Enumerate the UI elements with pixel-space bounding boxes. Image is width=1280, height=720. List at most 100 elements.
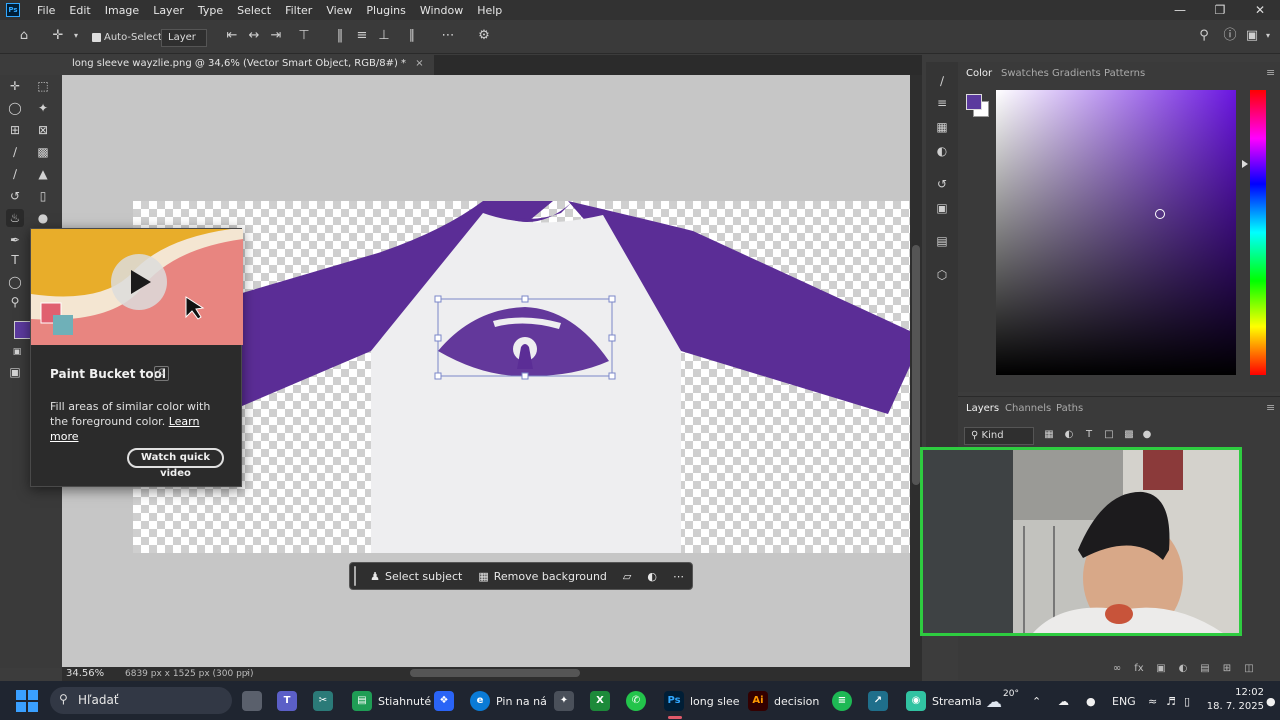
- paint-bucket-tool-icon[interactable]: ♨: [6, 209, 24, 227]
- align-left-icon[interactable]: ⇤: [224, 28, 240, 44]
- unknown-app-icon[interactable]: ✦: [554, 690, 580, 712]
- healing-brush-tool-icon[interactable]: ▩: [34, 143, 52, 161]
- vertical-scrollbar-thumb[interactable]: [912, 245, 920, 485]
- align-middle-icon[interactable]: ≡: [354, 28, 370, 44]
- input-language[interactable]: ENG: [1112, 690, 1136, 712]
- magic-wand-tool-icon[interactable]: ✦: [34, 99, 52, 117]
- workspace-icon[interactable]: ▣: [1244, 28, 1260, 44]
- chevron-down-icon[interactable]: ▾: [1260, 28, 1276, 44]
- panel-menu-icon[interactable]: ≡: [1266, 401, 1275, 414]
- menu-plugins[interactable]: Plugins: [359, 4, 412, 17]
- menu-filter[interactable]: Filter: [278, 4, 319, 17]
- battery-icon[interactable]: ▯: [1184, 690, 1190, 712]
- microphone-icon[interactable]: ●: [1086, 690, 1096, 712]
- zoom-tool-icon[interactable]: ⚲: [6, 293, 24, 311]
- document-tab[interactable]: long sleeve wayzlie.png @ 34,6% (Vector …: [62, 55, 434, 75]
- actions-icon[interactable]: ▤: [933, 232, 951, 250]
- notifications-icon[interactable]: ●: [1266, 690, 1276, 712]
- color-field[interactable]: [996, 90, 1236, 375]
- system-clock[interactable]: 12:02 18. 7. 2025: [1200, 686, 1264, 714]
- tab-channels[interactable]: Channels: [1005, 403, 1051, 414]
- excel-icon[interactable]: X: [590, 690, 616, 712]
- shape-tool-icon[interactable]: ◯: [6, 273, 24, 291]
- panel-menu-icon[interactable]: ≡: [1266, 66, 1275, 79]
- menu-file[interactable]: File: [30, 4, 62, 17]
- move-tool-icon[interactable]: ✛: [6, 77, 24, 95]
- lasso-tool-icon[interactable]: ◯: [6, 99, 24, 117]
- cloud-sync-icon[interactable]: ☁: [1058, 690, 1069, 712]
- menu-select[interactable]: Select: [230, 4, 278, 17]
- clone-stamp-tool-icon[interactable]: ▲: [34, 165, 52, 183]
- filter-smart-object-icon[interactable]: ▩: [1122, 428, 1136, 442]
- menu-window[interactable]: Window: [413, 4, 470, 17]
- menu-help[interactable]: Help: [470, 4, 509, 17]
- tab-patterns[interactable]: Patterns: [1104, 68, 1145, 79]
- link-layers-icon[interactable]: ∞: [1110, 662, 1124, 676]
- distribute-vertical-icon[interactable]: ∥: [404, 28, 420, 44]
- tab-gradients[interactable]: Gradients: [1052, 68, 1101, 79]
- auto-select-checkbox[interactable]: [92, 33, 101, 42]
- foreground-color-swatch[interactable]: [966, 94, 982, 110]
- adjustment-layer-icon[interactable]: ◐: [1176, 662, 1190, 676]
- snipping-icon[interactable]: ✂: [313, 690, 339, 712]
- more-icon[interactable]: ⋯: [665, 570, 692, 583]
- close-icon[interactable]: ✕: [1240, 0, 1280, 20]
- tool-tip-preview[interactable]: [31, 229, 243, 345]
- group-icon[interactable]: ▤: [1198, 662, 1212, 676]
- layer-kind-filter[interactable]: ⚲ Kind: [964, 427, 1034, 445]
- blur-tool-icon[interactable]: ●: [34, 209, 52, 227]
- new-layer-icon[interactable]: ⊞: [1220, 662, 1234, 676]
- menu-edit[interactable]: Edit: [62, 4, 97, 17]
- wifi-icon[interactable]: ≈: [1148, 690, 1157, 712]
- menu-layer[interactable]: Layer: [146, 4, 191, 17]
- adjustments-icon[interactable]: ≡: [933, 94, 951, 112]
- taskbar-app-illustrator[interactable]: Ai decision: [748, 690, 819, 712]
- whatsapp-icon[interactable]: ✆: [626, 690, 652, 712]
- taskbar-app-streamlabs[interactable]: ◉ Streamla: [906, 690, 982, 712]
- tab-paths[interactable]: Paths: [1056, 403, 1083, 414]
- close-tab-icon[interactable]: ×: [415, 58, 423, 69]
- brush-tool-icon[interactable]: ∕: [6, 165, 24, 183]
- move-tool-icon[interactable]: ✛: [50, 28, 66, 44]
- crop-tool-icon[interactable]: ⊞: [6, 121, 24, 139]
- windows-start-icon[interactable]: [16, 690, 38, 712]
- color-picker-handle[interactable]: [1155, 209, 1165, 219]
- layer-mask-icon[interactable]: ▣: [1154, 662, 1168, 676]
- zoom-level[interactable]: 34.56%: [66, 668, 104, 679]
- document-canvas[interactable]: [133, 201, 910, 553]
- volume-icon[interactable]: ♬: [1166, 690, 1176, 712]
- marquee-tool-icon[interactable]: ⬚: [34, 77, 52, 95]
- brush-settings-icon[interactable]: ∕: [933, 72, 951, 90]
- tab-swatches[interactable]: Swatches: [1001, 68, 1049, 79]
- eyedropper-tool-icon[interactable]: ∕: [6, 143, 24, 161]
- hue-slider[interactable]: [1250, 90, 1266, 375]
- pen-tool-icon[interactable]: ✒: [6, 231, 24, 249]
- frame-tool-icon[interactable]: ⊠: [34, 121, 52, 139]
- minimize-icon[interactable]: —: [1160, 0, 1200, 20]
- align-right-icon[interactable]: ⇥: [268, 28, 284, 44]
- filter-pixel-icon[interactable]: ▦: [1042, 428, 1056, 442]
- menu-view[interactable]: View: [319, 4, 359, 17]
- spotify-icon[interactable]: ≡: [832, 690, 858, 712]
- libraries-icon[interactable]: ▦: [933, 118, 951, 136]
- weather-widget[interactable]: ☁ 20°: [986, 689, 1019, 712]
- history-brush-tool-icon[interactable]: ↺: [6, 187, 24, 205]
- taskbar-app-file-explorer[interactable]: ▤ Stiahnuté: [352, 690, 431, 712]
- filter-adjustment-icon[interactable]: ◐: [1062, 428, 1076, 442]
- gear-icon[interactable]: ⚙: [476, 28, 492, 44]
- select-subject-button[interactable]: ♟ Select subject: [362, 570, 470, 583]
- teams-icon[interactable]: T: [277, 690, 303, 712]
- align-center-icon[interactable]: ↔: [246, 28, 262, 44]
- search-icon[interactable]: ⚲: [1196, 28, 1212, 44]
- remove-background-button[interactable]: ▦ Remove background: [470, 570, 615, 583]
- chevron-right-icon[interactable]: ›: [246, 668, 250, 678]
- history-icon[interactable]: ↺: [933, 175, 951, 193]
- hue-slider-handle[interactable]: [1242, 160, 1248, 168]
- properties-icon[interactable]: ◐: [933, 142, 951, 160]
- filter-type-icon[interactable]: T: [1082, 428, 1096, 442]
- chevron-down-icon[interactable]: ▾: [68, 28, 84, 44]
- taskbar-app-edge[interactable]: e Pin na ná: [470, 690, 547, 712]
- transform-icon[interactable]: ▱: [615, 570, 639, 583]
- align-top-icon[interactable]: ⊤: [296, 28, 312, 44]
- 3d-icon[interactable]: ⬡: [933, 266, 951, 284]
